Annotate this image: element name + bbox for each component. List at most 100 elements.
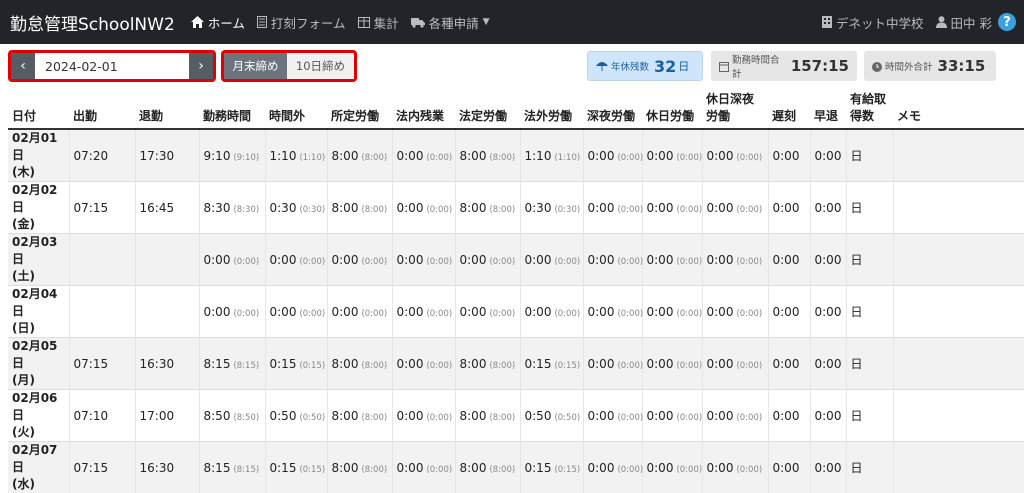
sch-cell: 8:00(8:00) [327,182,392,234]
inlaw-cell: 0:00(0:00) [392,129,455,182]
nav-punch-form[interactable]: 打刻フォーム [257,13,346,32]
holnight-cell: 0:00(0:00) [702,182,768,234]
user-name: 田中 彩 [951,13,992,32]
school-name[interactable]: デネット中学校 [822,13,924,32]
outlaw-cell: 1:10(1:10) [520,129,583,182]
table-row[interactable]: 02月06日(火)07:1017:008:50(8:50)0:50(0:50)8… [8,390,1024,442]
legal-value: 0:00 [460,305,487,319]
col-header: 有給取得数 [846,88,893,129]
nav-summary-label: 集計 [374,13,399,32]
col-header: 法定労働 [455,88,520,129]
app-title[interactable]: 勤怠管理SchoolNW2 [10,10,175,35]
col-header: 所定労働 [327,88,392,129]
legal-cell: 8:00(8:00) [455,390,520,442]
legal-cell: 8:00(8:00) [455,442,520,493]
work-sub-value: (0:00) [233,309,259,319]
memo-cell[interactable] [893,234,1024,286]
outlaw-cell: 0:15(0:15) [520,442,583,493]
weekday-label: (土) [12,269,35,283]
table-row[interactable]: 02月01日(木)07:2017:309:10(9:10)1:10(1:10)8… [8,129,1024,182]
table-row[interactable]: 02月03日(土)0:00(0:00)0:00(0:00)0:00(0:00)0… [8,234,1024,286]
night-sub-value: (0:00) [617,361,643,371]
sch-value: 8:00 [332,461,359,475]
hol-sub-value: (0:00) [676,465,702,475]
early-leave-cell: 0:00 [810,390,846,442]
chevron-right-icon: › [198,58,204,74]
table-icon [358,17,370,28]
nav-requests-dropdown[interactable]: 各種申請 ▼ [411,13,490,32]
inlaw-value: 0:00 [397,461,424,475]
hol-cell: 0:00(0:00) [642,442,702,493]
night-sub-value: (0:00) [617,465,643,475]
memo-cell[interactable] [893,338,1024,390]
ot-cell: 0:50(0:50) [265,390,327,442]
attendance-table: 日付 出勤 退勤 勤務時間 時間外 所定労働 法内残業 法定労働 法外労働 深夜… [8,88,1024,493]
table-row[interactable]: 02月04日(日)0:00(0:00)0:00(0:00)0:00(0:00)0… [8,286,1024,338]
help-icon[interactable]: ? [998,13,1016,31]
close-10th-button[interactable]: 10日締め [287,53,354,79]
prev-date-button[interactable]: ‹ [11,53,35,79]
holnight-sub-value: (0:00) [736,153,762,163]
date-cell: 02月06日(火) [8,390,69,442]
table-row[interactable]: 02月07日(水)07:1516:308:15(8:15)0:15(0:15)8… [8,442,1024,493]
hol-cell: 0:00(0:00) [642,182,702,234]
nav-summary[interactable]: 集計 [358,13,399,32]
early-leave-cell: 0:00 [810,442,846,493]
date-input[interactable]: 2024-02-01 [35,53,189,79]
inlaw-cell: 0:00(0:00) [392,390,455,442]
night-sub-value: (0:00) [617,413,643,423]
memo-cell[interactable] [893,182,1024,234]
date-label: 02月07日 [12,443,57,474]
inlaw-sub-value: (0:00) [426,153,452,163]
annual-leave-label: 年休残数 [611,59,649,73]
late-cell: 0:00 [768,390,810,442]
nav-home[interactable]: ホーム [191,13,245,32]
table-row[interactable]: 02月02日(金)07:1516:458:30(8:30)0:30(0:30)8… [8,182,1024,234]
night-cell: 0:00(0:00) [583,182,642,234]
work-sub-value: (8:15) [233,361,259,371]
night-cell: 0:00(0:00) [583,129,642,182]
annual-leave-badge: 年休残数 32 日 [587,51,703,81]
close-month-end-button[interactable]: 月末締め [224,53,287,79]
holnight-cell: 0:00(0:00) [702,338,768,390]
outlaw-value: 0:00 [525,305,552,319]
date-navigator: ‹ 2024-02-01 › [8,50,216,82]
nav-home-label: ホーム [208,13,245,32]
sch-cell: 8:00(8:00) [327,129,392,182]
clock-out-cell [135,234,199,286]
work-cell: 0:00(0:00) [199,234,265,286]
memo-cell[interactable] [893,129,1024,182]
outlaw-value: 0:00 [525,253,552,267]
work-value: 0:00 [204,305,231,319]
sch-cell: 0:00(0:00) [327,234,392,286]
truck-icon [411,17,425,28]
sch-cell: 8:00(8:00) [327,390,392,442]
legal-cell: 0:00(0:00) [455,286,520,338]
table-row[interactable]: 02月05日(月)07:1516:308:15(8:15)0:15(0:15)8… [8,338,1024,390]
ot-value: 0:00 [270,253,297,267]
inlaw-cell: 0:00(0:00) [392,338,455,390]
memo-cell[interactable] [893,286,1024,338]
work-value: 8:15 [204,461,231,475]
ot-cell: 0:15(0:15) [265,338,327,390]
hol-sub-value: (0:00) [676,309,702,319]
overtime-total-label: 時間外合計 [885,59,933,73]
ot-sub-value: (1:10) [299,153,325,163]
night-sub-value: (0:00) [617,205,643,215]
inlaw-value: 0:00 [397,253,424,267]
work-cell: 8:50(8:50) [199,390,265,442]
work-value: 0:00 [204,253,231,267]
outlaw-cell: 0:15(0:15) [520,338,583,390]
memo-cell[interactable] [893,390,1024,442]
holnight-cell: 0:00(0:00) [702,234,768,286]
hol-sub-value: (0:00) [676,413,702,423]
outlaw-value: 0:15 [525,461,552,475]
school-name-label: デネット中学校 [836,13,924,32]
sch-sub-value: (8:00) [361,413,387,423]
ot-sub-value: (0:15) [299,361,325,371]
user-menu[interactable]: 田中 彩 [936,13,992,32]
next-date-button[interactable]: › [189,53,213,79]
memo-cell[interactable] [893,442,1024,493]
night-value: 0:00 [588,461,615,475]
ot-sub-value: (0:50) [299,413,325,423]
